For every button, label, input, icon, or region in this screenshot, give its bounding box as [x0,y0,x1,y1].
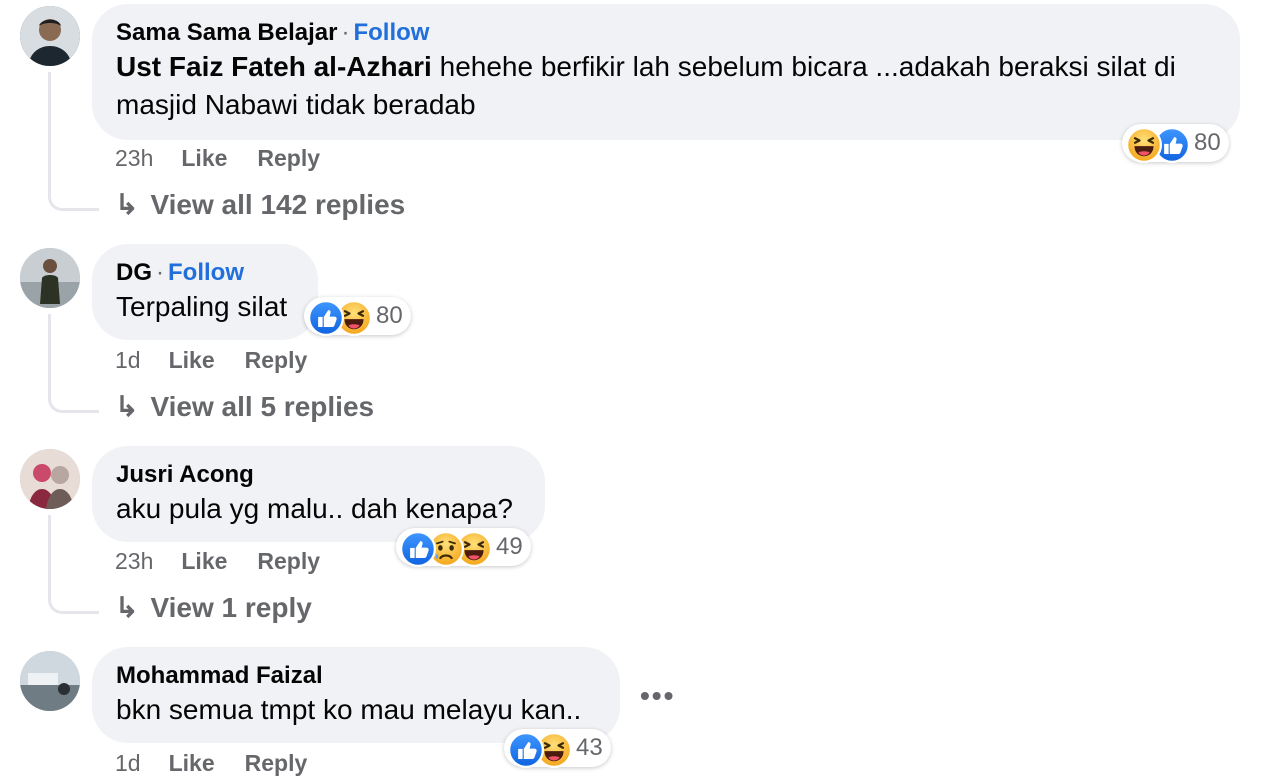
thread-line [48,314,99,413]
avatar-image [20,651,80,711]
reaction-summary[interactable]: 80 [304,297,411,335]
avatar[interactable] [20,6,80,66]
author-name[interactable]: Mohammad Faizal [116,662,323,689]
reply-button[interactable]: Reply [257,548,320,574]
comment-header: Sama Sama Belajar · Follow [116,18,1216,48]
comment-header: Jusri Acong [116,460,521,490]
comment-body: Terpaling silat [116,291,288,322]
view-replies-link[interactable]: ↳ View all 5 replies [115,390,374,423]
reaction-count: 49 [496,533,523,560]
like-button[interactable]: Like [169,347,215,373]
reaction-summary[interactable]: 80 [1122,124,1229,162]
mention-link[interactable]: Ust Faiz Fateh al-Azhari [116,51,432,82]
follow-button[interactable]: Follow [353,19,429,46]
comment-actions: 1d Like Reply [115,347,337,374]
comment-header: DG · Follow [116,258,294,288]
like-button[interactable]: Like [169,750,215,776]
avatar-image [20,248,80,308]
reaction-summary[interactable]: 49 [396,528,531,566]
timestamp[interactable]: 23h [115,145,153,171]
avatar-image [20,449,80,509]
reaction-summary[interactable]: 43 [504,729,611,767]
comment-header: Mohammad Faizal [116,661,596,691]
reply-arrow-icon: ↳ [115,189,139,220]
reply-arrow-icon: ↳ [115,391,139,422]
reply-arrow-icon: ↳ [115,592,139,623]
comment-body: bkn semua tmpt ko mau melayu kan.. [116,694,582,725]
reaction-count: 80 [1194,129,1221,156]
haha-icon [1126,127,1158,159]
author-name[interactable]: DG [116,259,152,286]
like-button[interactable]: Like [181,145,227,171]
comment-bubble: DG · Follow Terpaling silat [92,244,318,340]
more-options-icon[interactable]: ••• [640,680,675,712]
reaction-count: 80 [376,302,403,329]
like-icon [400,531,432,563]
view-replies-link[interactable]: ↳ View all 142 replies [115,188,405,221]
follow-button[interactable]: Follow [168,259,244,286]
avatar[interactable] [20,651,80,711]
reply-button[interactable]: Reply [257,145,320,171]
separator-dot: · [341,19,350,46]
comment-actions: 1d Like Reply [115,750,337,777]
author-name[interactable]: Jusri Acong [116,461,254,488]
view-replies-label: View all 142 replies [150,188,406,220]
like-icon [308,300,340,332]
comment-bubble: Sama Sama Belajar · Follow Ust Faiz Fateh … [92,4,1240,140]
avatar[interactable] [20,248,80,308]
comment-text: Ust Faiz Fateh al-Azhari hehehe berfikir… [116,48,1216,124]
like-button[interactable]: Like [181,548,227,574]
timestamp[interactable]: 1d [115,347,141,373]
view-replies-label: View 1 reply [150,591,312,623]
comment-body: aku pula yg malu.. dah kenapa? [116,493,513,524]
timestamp[interactable]: 23h [115,548,153,574]
like-icon [508,732,540,764]
avatar[interactable] [20,449,80,509]
timestamp[interactable]: 1d [115,750,141,776]
separator-dot: · [156,259,164,286]
comment-actions: 23h Like Reply [115,548,350,575]
avatar-image [20,6,80,66]
reply-button[interactable]: Reply [245,750,308,776]
comment-actions: 23h Like Reply [115,145,350,172]
view-replies-label: View all 5 replies [150,390,375,422]
thread-line [48,515,99,614]
reply-button[interactable]: Reply [245,347,308,373]
reaction-count: 43 [576,734,603,761]
author-name[interactable]: Sama Sama Belajar [116,19,337,46]
view-replies-link[interactable]: ↳ View 1 reply [115,591,312,624]
